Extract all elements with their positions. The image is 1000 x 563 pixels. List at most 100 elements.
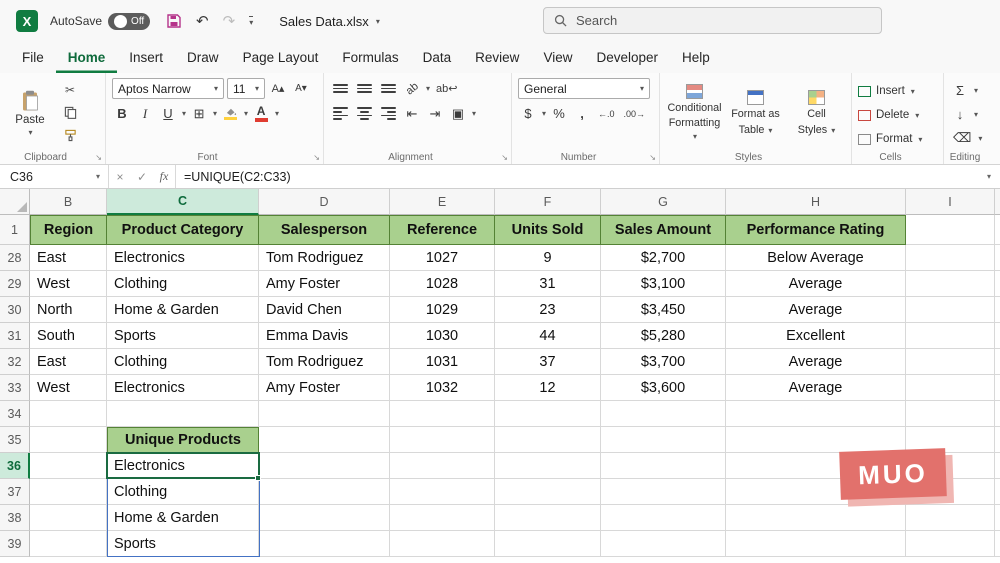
cell[interactable]: $3,100 bbox=[601, 271, 726, 297]
cell[interactable] bbox=[259, 505, 390, 531]
font-size-combobox[interactable]: 11 ▾ bbox=[227, 78, 265, 99]
align-bottom-icon[interactable] bbox=[378, 78, 399, 99]
cell[interactable]: $2,700 bbox=[601, 245, 726, 271]
cell[interactable]: Region bbox=[30, 215, 107, 245]
cell[interactable]: 1032 bbox=[390, 375, 495, 401]
autosave-control[interactable]: AutoSave Off bbox=[50, 13, 150, 30]
cell[interactable] bbox=[259, 479, 390, 505]
font-dialog-launcher-icon[interactable]: ↘ bbox=[313, 153, 320, 162]
autosave-toggle[interactable]: Off bbox=[108, 13, 150, 30]
decrease-decimal-icon[interactable]: .00→ bbox=[621, 103, 649, 124]
cell[interactable]: East bbox=[30, 245, 107, 271]
cell[interactable] bbox=[906, 245, 995, 271]
clear-icon[interactable]: ⌫ bbox=[950, 128, 974, 148]
cell[interactable]: West bbox=[30, 271, 107, 297]
select-all-corner[interactable] bbox=[0, 189, 30, 215]
cut-icon[interactable]: ✂ bbox=[58, 80, 82, 99]
cell[interactable] bbox=[906, 271, 995, 297]
cell[interactable]: Electronics bbox=[107, 245, 259, 271]
cell[interactable] bbox=[30, 479, 107, 505]
cell[interactable]: Amy Foster bbox=[259, 375, 390, 401]
cell[interactable] bbox=[601, 401, 726, 427]
row-header[interactable]: 28 bbox=[0, 245, 30, 271]
cell[interactable] bbox=[726, 427, 906, 453]
cell[interactable] bbox=[390, 531, 495, 557]
cell[interactable] bbox=[390, 505, 495, 531]
wrap-text-icon[interactable]: ab↩ bbox=[433, 78, 460, 99]
increase-font-size-icon[interactable]: A▴ bbox=[268, 78, 288, 99]
cell[interactable]: 1028 bbox=[390, 271, 495, 297]
cell[interactable]: 1029 bbox=[390, 297, 495, 323]
cell[interactable]: Sports bbox=[107, 323, 259, 349]
clipboard-dialog-launcher-icon[interactable]: ↘ bbox=[95, 153, 102, 162]
conditional-formatting-button[interactable]: Conditional Formatting ▾ bbox=[666, 84, 723, 142]
cell[interactable]: 44 bbox=[495, 323, 601, 349]
format-painter-icon[interactable] bbox=[58, 126, 82, 145]
align-top-icon[interactable] bbox=[330, 78, 351, 99]
tab-developer[interactable]: Developer bbox=[584, 42, 670, 73]
cell[interactable]: East bbox=[30, 349, 107, 375]
row-header[interactable]: 32 bbox=[0, 349, 30, 375]
number-dialog-launcher-icon[interactable]: ↘ bbox=[649, 153, 656, 162]
cell[interactable] bbox=[495, 505, 601, 531]
align-middle-icon[interactable] bbox=[354, 78, 375, 99]
cell[interactable] bbox=[906, 215, 995, 245]
cell[interactable] bbox=[726, 401, 906, 427]
cell[interactable] bbox=[601, 479, 726, 505]
align-center-icon[interactable] bbox=[354, 103, 375, 124]
cell[interactable] bbox=[30, 453, 107, 479]
fill-down-icon[interactable]: ↓ bbox=[950, 104, 970, 124]
cell[interactable] bbox=[30, 427, 107, 453]
increase-decimal-icon[interactable]: ←.0 bbox=[595, 103, 618, 124]
cell[interactable]: $5,280 bbox=[601, 323, 726, 349]
row-header[interactable]: 38 bbox=[0, 505, 30, 531]
cell[interactable]: 9 bbox=[495, 245, 601, 271]
row-header[interactable]: 33 bbox=[0, 375, 30, 401]
cell[interactable] bbox=[390, 479, 495, 505]
cell[interactable] bbox=[601, 531, 726, 557]
cell[interactable] bbox=[601, 505, 726, 531]
cell[interactable] bbox=[107, 401, 259, 427]
cell[interactable] bbox=[906, 375, 995, 401]
save-icon[interactable] bbox=[166, 13, 182, 29]
document-title[interactable]: Sales Data.xlsx ▾ bbox=[279, 14, 380, 29]
alignment-dialog-launcher-icon[interactable]: ↘ bbox=[501, 153, 508, 162]
column-header-d[interactable]: D bbox=[259, 189, 390, 215]
cell[interactable]: Clothing bbox=[107, 349, 259, 375]
cell[interactable]: Home & Garden bbox=[107, 505, 259, 531]
row-header[interactable]: 1 bbox=[0, 215, 30, 245]
cell[interactable]: Average bbox=[726, 297, 906, 323]
column-header-f[interactable]: F bbox=[495, 189, 601, 215]
underline-button[interactable]: U bbox=[158, 103, 178, 124]
cell[interactable] bbox=[495, 479, 601, 505]
insert-cells-button[interactable]: Insert ▾ bbox=[858, 81, 937, 101]
row-header[interactable]: 31 bbox=[0, 323, 30, 349]
row-header[interactable]: 39 bbox=[0, 531, 30, 557]
tab-file[interactable]: File bbox=[10, 42, 56, 73]
format-as-table-button[interactable]: Format as Table ▾ bbox=[727, 90, 784, 136]
cell[interactable] bbox=[259, 427, 390, 453]
cell[interactable]: Clothing bbox=[107, 271, 259, 297]
accounting-format-icon[interactable]: $ bbox=[518, 103, 538, 124]
cell[interactable]: Reference bbox=[390, 215, 495, 245]
cell[interactable]: 1027 bbox=[390, 245, 495, 271]
cell[interactable] bbox=[390, 453, 495, 479]
cell[interactable]: Salesperson bbox=[259, 215, 390, 245]
tab-draw[interactable]: Draw bbox=[175, 42, 231, 73]
bold-button[interactable]: B bbox=[112, 103, 132, 124]
cell[interactable] bbox=[390, 427, 495, 453]
cell[interactable] bbox=[601, 453, 726, 479]
copy-icon[interactable] bbox=[58, 103, 82, 122]
cell[interactable] bbox=[495, 427, 601, 453]
cell[interactable]: South bbox=[30, 323, 107, 349]
row-header[interactable]: 36 bbox=[0, 453, 30, 479]
cell[interactable] bbox=[30, 505, 107, 531]
font-color-icon[interactable]: A bbox=[251, 103, 271, 124]
cell[interactable]: Performance Rating bbox=[726, 215, 906, 245]
cell[interactable]: Tom Rodriguez bbox=[259, 349, 390, 375]
unique-products-header-cell[interactable]: Unique Products bbox=[107, 427, 259, 453]
merge-center-icon[interactable]: ▣ bbox=[448, 103, 468, 124]
customize-toolbar-icon[interactable]: ▾ bbox=[249, 16, 253, 27]
cell[interactable] bbox=[906, 505, 995, 531]
align-left-icon[interactable] bbox=[330, 103, 351, 124]
